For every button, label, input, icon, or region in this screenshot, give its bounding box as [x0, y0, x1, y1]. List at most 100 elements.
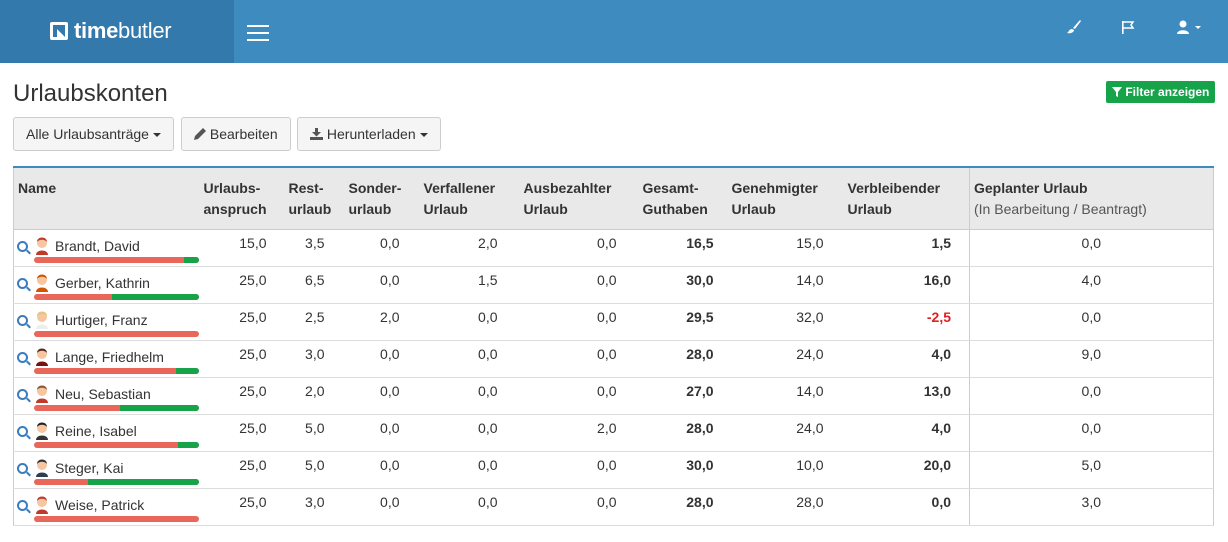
cell-resturlaub: 3,0 [284, 488, 345, 526]
cell-sonderurlaub: 0,0 [344, 266, 420, 304]
employee-name[interactable]: Weise, Patrick [55, 497, 144, 513]
cell-resturlaub: 5,0 [284, 414, 345, 452]
filter-button[interactable]: Filter anzeigen [1106, 81, 1216, 103]
remaining-vacation-fill [184, 256, 199, 263]
remaining-vacation-fill [88, 478, 199, 485]
employee-name[interactable]: Hurtiger, Franz [55, 312, 148, 328]
brush-icon[interactable] [1061, 18, 1087, 44]
person-male-blond-icon [36, 311, 48, 329]
person-male-blackhair-icon [36, 459, 48, 477]
employee-name[interactable]: Reine, Isabel [55, 423, 137, 439]
cell-gesamtguthaben: 29,5 [638, 303, 728, 341]
search-icon[interactable] [17, 499, 28, 511]
table-row: Neu, Sebastian 25,0 2,0 0,0 0,0 0,0 27,0 14,0 13… [13, 377, 1214, 415]
column-header-label: Name [18, 180, 57, 196]
cell-genehmigter-urlaub: 24,0 [727, 414, 844, 452]
cell-gesamtguthaben: 16,5 [638, 229, 728, 267]
column-header-genehmigter-urlaub[interactable]: Genehmigter Urlaub [727, 166, 844, 230]
cell-geplanter-urlaub: 5,0 [969, 451, 1214, 489]
cell-verbleibender-urlaub: -2,5 [843, 303, 970, 341]
column-header-label: Genehmigter [731, 180, 818, 196]
cell-gesamtguthaben: 30,0 [638, 451, 728, 489]
search-icon[interactable] [17, 351, 28, 363]
edit-button-label: Bearbeiten [209, 126, 278, 142]
cell-genehmigter-urlaub: 28,0 [727, 488, 844, 526]
menu-toggle-icon[interactable] [247, 25, 269, 41]
column-header-sublabel: Urlaub [523, 201, 568, 217]
vacation-progress-bar [34, 478, 199, 485]
column-header-sublabel: urlaub [348, 201, 392, 217]
cell-verfallener-urlaub: 2,0 [419, 229, 520, 267]
employee-cell: Hurtiger, Franz [13, 303, 200, 341]
search-icon[interactable] [17, 277, 28, 289]
remaining-vacation-fill [177, 441, 199, 448]
vacation-progress-bar [34, 404, 199, 411]
cell-ausbezahlter-urlaub: 0,0 [519, 451, 639, 489]
filter-button-label: Filter anzeigen [1125, 85, 1210, 99]
cell-ausbezahlter-urlaub: 2,0 [519, 414, 639, 452]
cell-urlaubsanspruch: 25,0 [199, 414, 285, 452]
download-button-label: Herunterladen [326, 126, 416, 142]
page-title: Urlaubskonten [13, 80, 168, 107]
remaining-vacation-fill [111, 293, 199, 300]
employee-cell: Lange, Friedhelm [13, 340, 200, 378]
cell-gesamtguthaben: 27,0 [638, 377, 728, 415]
employee-name[interactable]: Neu, Sebastian [55, 386, 151, 402]
column-header-gesamtguthaben[interactable]: Gesamt- Guthaben [638, 166, 728, 230]
cell-verfallener-urlaub: 0,0 [419, 303, 520, 341]
employee-cell: Weise, Patrick [13, 488, 200, 526]
edit-button[interactable]: Bearbeiten [181, 117, 291, 151]
search-icon[interactable] [17, 462, 28, 474]
user-menu-icon[interactable] [1169, 18, 1209, 44]
search-icon[interactable] [17, 425, 28, 437]
column-header-label: Ausbezahlter [523, 180, 612, 196]
cell-gesamtguthaben: 28,0 [638, 488, 728, 526]
download-icon [310, 128, 323, 140]
column-header-label: Verbleibender [847, 180, 941, 196]
person-female-redhair-icon [36, 274, 48, 292]
cell-genehmigter-urlaub: 15,0 [727, 229, 844, 267]
column-header-sublabel: Urlaub [847, 201, 892, 217]
column-header-verbleibender-urlaub[interactable]: Verbleibender Urlaub [843, 166, 970, 230]
person-male-darkhair-icon [36, 348, 48, 366]
cell-ausbezahlter-urlaub: 0,0 [519, 340, 639, 378]
column-header-resturlaub[interactable]: Rest-urlaub [284, 166, 345, 230]
column-header-name[interactable]: Name [13, 166, 200, 230]
employee-name[interactable]: Steger, Kai [55, 460, 124, 476]
cell-gesamtguthaben: 28,0 [638, 414, 728, 452]
cell-resturlaub: 3,5 [284, 229, 345, 267]
cell-geplanter-urlaub: 9,0 [969, 340, 1214, 378]
search-icon[interactable] [17, 240, 28, 252]
employee-name[interactable]: Gerber, Kathrin [55, 275, 150, 291]
download-dropdown-button[interactable]: Herunterladen [297, 117, 441, 151]
employee-cell: Reine, Isabel [13, 414, 200, 452]
cell-ausbezahlter-urlaub: 0,0 [519, 229, 639, 267]
search-icon[interactable] [17, 388, 28, 400]
cell-urlaubsanspruch: 25,0 [199, 303, 285, 341]
column-header-sublabel: Urlaub [423, 201, 468, 217]
flag-icon[interactable] [1115, 18, 1141, 44]
cell-ausbezahlter-urlaub: 0,0 [519, 303, 639, 341]
logo-icon [50, 22, 68, 40]
cell-verbleibender-urlaub: 16,0 [843, 266, 970, 304]
requests-dropdown-button[interactable]: Alle Urlaubsanträge [13, 117, 174, 151]
column-header-verfallener-urlaub[interactable]: Verfallener Urlaub [419, 166, 520, 230]
column-header-geplanter-urlaub[interactable]: Geplanter Urlaub (In Bearbeitung / Beantr… [969, 166, 1214, 230]
table-row: Hurtiger, Franz 25,0 2,5 2,0 0,0 0,0 29,5 32,0-… [13, 303, 1214, 341]
employee-name[interactable]: Lange, Friedhelm [55, 349, 164, 365]
cell-verbleibender-urlaub: 4,0 [843, 414, 970, 452]
cell-verfallener-urlaub: 0,0 [419, 451, 520, 489]
cell-verfallener-urlaub: 0,0 [419, 340, 520, 378]
cell-sonderurlaub: 2,0 [344, 303, 420, 341]
table-row: Lange, Friedhelm 25,0 3,0 0,0 0,0 0,0 28,0 24,0… [13, 340, 1214, 378]
search-icon[interactable] [17, 314, 28, 326]
column-header-sublabel: anspruch [203, 201, 267, 217]
employee-name[interactable]: Brandt, David [55, 238, 140, 254]
cell-urlaubsanspruch: 15,0 [199, 229, 285, 267]
column-header-urlaubsanspruch[interactable]: Urlaubs-anspruch [199, 166, 285, 230]
cell-urlaubsanspruch: 25,0 [199, 266, 285, 304]
column-header-ausbezahlter-urlaub[interactable]: Ausbezahlter Urlaub [519, 166, 639, 230]
column-header-sonderurlaub[interactable]: Sonder-urlaub [344, 166, 420, 230]
cell-verfallener-urlaub: 0,0 [419, 488, 520, 526]
brand[interactable]: timebutler [0, 0, 234, 63]
